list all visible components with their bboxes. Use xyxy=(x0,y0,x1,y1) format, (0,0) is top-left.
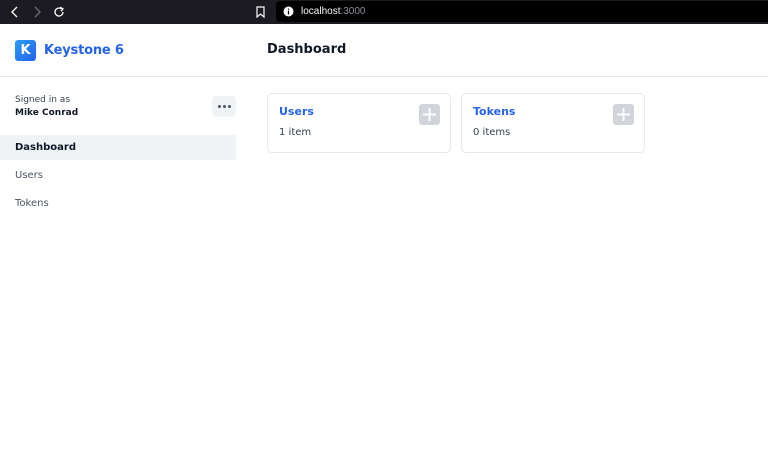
forward-button[interactable] xyxy=(27,0,47,24)
keystone-app: K Keystone 6 Dashboard Signed in as Mike… xyxy=(0,24,768,455)
bookmark-icon xyxy=(255,6,265,18)
more-icon-dot xyxy=(222,105,226,108)
list-card-users[interactable]: Users 1 item xyxy=(267,93,451,153)
site-info-icon[interactable] xyxy=(282,1,294,22)
chevron-left-icon xyxy=(11,6,18,18)
sidebar-item-tokens[interactable]: Tokens xyxy=(0,191,236,216)
url-text: localhost:3000 xyxy=(301,1,366,22)
user-name: Mike Conrad xyxy=(15,108,79,118)
card-count: 1 item xyxy=(279,127,312,138)
bookmark-button[interactable] xyxy=(251,0,269,24)
page-title: Dashboard xyxy=(267,42,347,57)
sidebar: Signed in as Mike Conrad Dashboard Users… xyxy=(0,78,236,455)
url-port: :3000 xyxy=(340,6,366,17)
plus-icon xyxy=(423,108,436,121)
browser-toolbar: localhost:3000 xyxy=(0,0,768,24)
card-title[interactable]: Tokens xyxy=(473,105,515,118)
reload-button[interactable] xyxy=(49,0,69,24)
signed-in-label: Signed in as xyxy=(15,95,71,105)
keystone-logo-icon: K xyxy=(15,39,36,61)
reload-icon xyxy=(54,6,64,17)
app-header: K Keystone 6 Dashboard xyxy=(0,24,768,77)
brand-name: Keystone 6 xyxy=(44,42,124,58)
list-card-tokens[interactable]: Tokens 0 items xyxy=(461,93,645,153)
url-host: localhost xyxy=(301,6,341,17)
more-button[interactable] xyxy=(212,96,236,117)
more-icon xyxy=(217,105,221,108)
plus-icon xyxy=(617,108,630,121)
back-button[interactable] xyxy=(5,0,25,24)
card-title[interactable]: Users xyxy=(279,105,314,118)
url-bar[interactable]: localhost:3000 xyxy=(276,1,768,22)
more-icon-dot xyxy=(227,105,231,108)
chevron-right-icon xyxy=(34,6,41,18)
sidebar-item-users[interactable]: Users xyxy=(0,163,236,188)
create-token-button[interactable] xyxy=(613,104,634,125)
brand-link[interactable]: K Keystone 6 xyxy=(15,39,124,61)
card-count: 0 items xyxy=(473,127,511,138)
signed-in-info: Signed in as Mike Conrad xyxy=(15,94,78,120)
sidebar-item-dashboard[interactable]: Dashboard xyxy=(0,135,236,160)
create-user-button[interactable] xyxy=(419,104,440,125)
